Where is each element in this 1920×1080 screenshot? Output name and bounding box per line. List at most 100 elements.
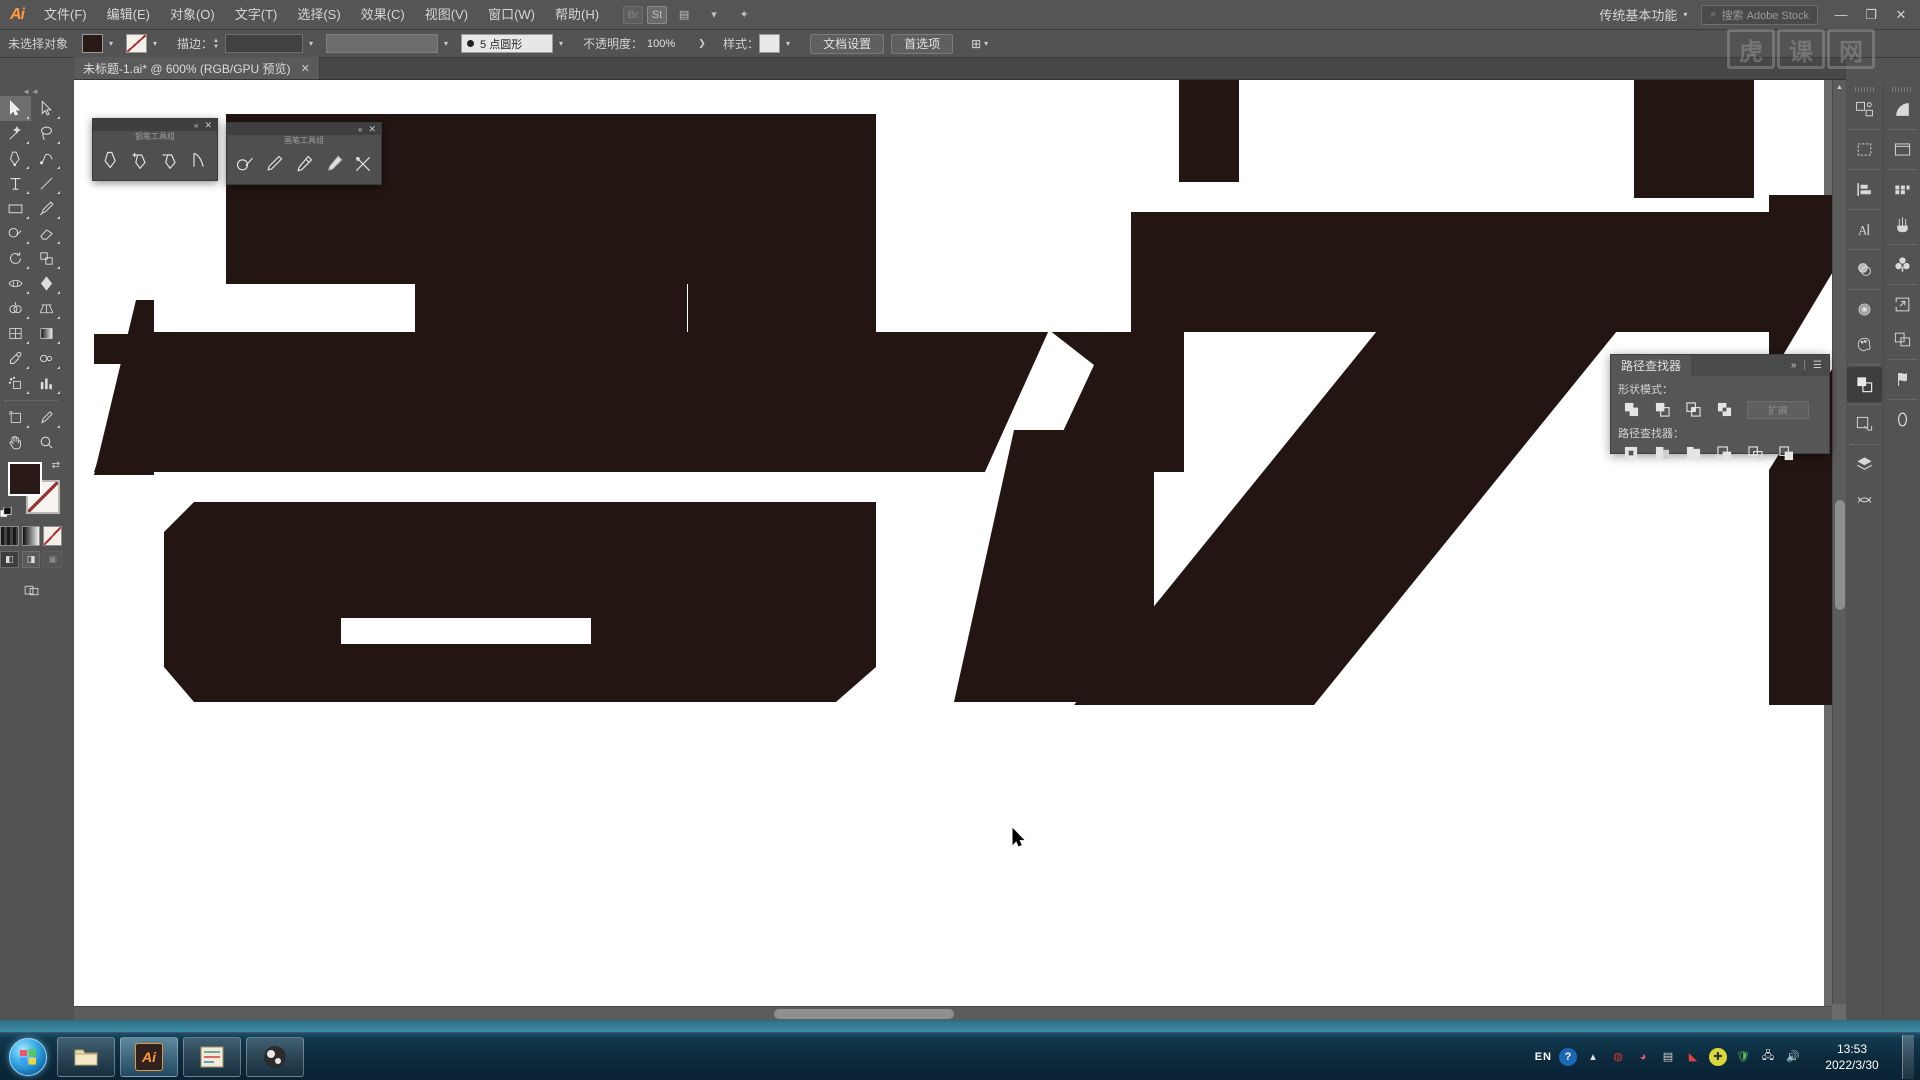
panel-export-icon[interactable]	[1885, 287, 1920, 322]
pencil-tool[interactable]	[260, 149, 290, 179]
stroke-weight-input[interactable]	[225, 34, 304, 53]
menu-file[interactable]: 文件(F)	[34, 0, 97, 30]
menu-type[interactable]: 文字(T)	[225, 0, 288, 30]
stroke-dropdown-icon[interactable]: ▾	[147, 34, 163, 53]
variable-width-dropdown-icon[interactable]: ▾	[438, 34, 454, 53]
help-icon[interactable]: ?	[1559, 1047, 1577, 1066]
panel-swatches-icon[interactable]	[1885, 172, 1920, 207]
menu-select[interactable]: 选择(S)	[287, 0, 350, 30]
panel-symbols-icon[interactable]	[1885, 247, 1920, 282]
collapse-icon[interactable]: «	[194, 121, 198, 130]
tray-notes-icon[interactable]: ▤	[1659, 1048, 1677, 1066]
menu-view[interactable]: 视图(V)	[415, 0, 478, 30]
search-adobe-icon[interactable]: ✦	[731, 4, 757, 26]
eraser-tool[interactable]	[31, 221, 62, 246]
scale-tool[interactable]	[31, 246, 62, 271]
document-tab[interactable]: 未标题-1.ai* @ 600% (RGB/GPU 预览) ✕	[74, 57, 320, 79]
tray-network-icon[interactable]: 🖧	[1759, 1048, 1777, 1066]
horizontal-scroll-thumb[interactable]	[774, 1009, 954, 1019]
brush-definition-field[interactable]: 5 点圆形	[461, 34, 554, 53]
free-transform-tool[interactable]	[31, 271, 62, 296]
graphic-style-swatch[interactable]	[759, 34, 781, 53]
merge-button[interactable]	[1679, 443, 1708, 464]
artboard[interactable]	[74, 80, 1846, 1020]
path-eraser-tool[interactable]	[319, 149, 349, 179]
default-fill-stroke-icon[interactable]	[0, 506, 13, 520]
panel-brushes-icon[interactable]	[1885, 207, 1920, 242]
start-button[interactable]	[4, 1035, 52, 1079]
stroke-weight-stepper[interactable]: ▲ ▼	[213, 34, 225, 53]
stock-search-input[interactable]: ⌕ 搜索 Adobe Stock	[1701, 4, 1818, 25]
minus-back-button[interactable]	[1772, 443, 1801, 464]
close-button[interactable]: ✕	[1886, 0, 1916, 30]
column-graph-tool[interactable]	[31, 371, 62, 396]
clock[interactable]: 13:53 2022/3/30	[1809, 1041, 1895, 1073]
exclude-button[interactable]	[1710, 399, 1739, 420]
tearoff-titlebar[interactable]: « ✕	[93, 119, 217, 131]
color-mode-button[interactable]	[0, 526, 19, 546]
taskbar-illustrator[interactable]: Ai	[120, 1036, 178, 1077]
delete-anchor-point-tool[interactable]	[155, 145, 185, 175]
tray-speaker-red-icon[interactable]: ◣	[1684, 1048, 1702, 1066]
document-setup-button[interactable]: 文档设置	[810, 33, 885, 54]
show-hidden-icons[interactable]: ▴	[1584, 1048, 1602, 1066]
close-icon[interactable]: ✕	[204, 120, 212, 131]
panel-color-icon[interactable]	[1847, 327, 1882, 362]
shape-builder-tool[interactable]	[0, 296, 31, 321]
mesh-tool[interactable]	[0, 321, 31, 346]
draw-inside-button[interactable]: ▣	[43, 551, 63, 568]
intersect-button[interactable]	[1679, 399, 1708, 420]
tray-app-red-icon[interactable]: ◍	[1609, 1048, 1627, 1066]
panel-document-info-icon[interactable]	[1885, 322, 1920, 357]
menu-object[interactable]: 对象(O)	[160, 0, 225, 30]
align-options-button[interactable]: ⊞ ▾	[967, 34, 992, 54]
panel-character-icon[interactable]: A	[1847, 212, 1882, 247]
menu-edit[interactable]: 编辑(E)	[97, 0, 160, 30]
stroke-color-swatch[interactable]	[126, 34, 148, 53]
gradient-mode-button[interactable]	[21, 526, 41, 546]
opacity-flyout-icon[interactable]: ❯	[695, 34, 709, 53]
tray-volume-icon[interactable]: 🔊	[1784, 1048, 1802, 1066]
tray-shield-icon[interactable]: 🛡	[1734, 1048, 1752, 1066]
panel-menu-icon[interactable]: ☰	[1813, 360, 1822, 371]
fill-color-swatch[interactable]	[82, 34, 104, 53]
trim-button[interactable]	[1648, 443, 1677, 464]
panel-align-icon[interactable]	[1847, 172, 1882, 207]
gradient-tool[interactable]	[31, 321, 62, 346]
anchor-point-tool[interactable]	[185, 145, 215, 175]
stroke-weight-dropdown-icon[interactable]: ▾	[303, 34, 319, 53]
shaper-tool[interactable]	[0, 221, 31, 246]
panel-graphic-styles-icon[interactable]	[1885, 92, 1920, 127]
crop-button[interactable]	[1710, 443, 1739, 464]
tray-update-icon[interactable]: ✚	[1709, 1047, 1727, 1066]
hand-tool[interactable]	[0, 430, 31, 455]
horizontal-scrollbar[interactable]	[74, 1006, 1832, 1020]
language-indicator[interactable]: EN	[1535, 1051, 1552, 1063]
variable-width-profile-field[interactable]	[326, 34, 439, 53]
direct-selection-tool[interactable]	[31, 96, 62, 121]
magic-wand-tool[interactable]	[0, 121, 31, 146]
show-desktop-button[interactable]	[1902, 1034, 1914, 1079]
change-screen-mode-button[interactable]	[16, 578, 47, 603]
slice-tool[interactable]	[31, 405, 62, 430]
panel-layers-icon[interactable]	[1847, 447, 1882, 482]
workspace-switcher[interactable]: 传统基本功能 ▾	[1593, 5, 1693, 24]
fill-dropdown-icon[interactable]: ▾	[103, 34, 119, 53]
swap-fill-stroke-icon[interactable]: ⇄	[52, 460, 60, 471]
width-tool[interactable]	[0, 271, 31, 296]
divide-button[interactable]	[1617, 443, 1646, 464]
canvas-area[interactable]: ▲	[74, 80, 1846, 1020]
tools-panel-handle[interactable]: ◄◄	[0, 86, 62, 96]
smooth-tool[interactable]	[289, 149, 319, 179]
add-anchor-point-tool[interactable]	[126, 145, 156, 175]
none-mode-button[interactable]	[43, 526, 63, 546]
collapse-icon[interactable]: »	[1791, 360, 1797, 371]
panel-transparency-icon[interactable]	[1847, 252, 1882, 287]
shaper-tool[interactable]	[230, 149, 260, 179]
tearoff-titlebar[interactable]: « ✕	[227, 123, 381, 135]
eyedropper-tool[interactable]	[0, 346, 31, 371]
panel-artboards-icon[interactable]	[1885, 132, 1920, 167]
preferences-button[interactable]: 首选项	[891, 33, 954, 54]
taskbar-obs[interactable]	[246, 1036, 304, 1077]
outline-button[interactable]	[1741, 443, 1770, 464]
